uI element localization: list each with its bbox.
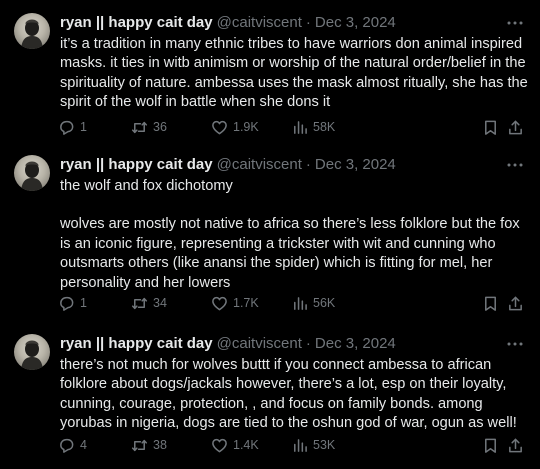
action-bar: 1 36 1.9K 58K	[58, 117, 526, 137]
tweet-paragraph: it’s a tradition in many ethnic tribes t…	[60, 36, 528, 111]
tweet-paragraph: wolves are mostly not native to africa s…	[60, 216, 520, 291]
views-count: 53K	[313, 438, 336, 452]
retweet-button[interactable]: 34	[131, 293, 167, 313]
tweet-date[interactable]: Dec 3, 2024	[315, 155, 396, 175]
bookmark-icon	[485, 296, 496, 311]
author-name[interactable]: ryan || happy cait day	[60, 13, 213, 33]
views-icon	[294, 120, 307, 134]
author-handle[interactable]: @caitviscent	[217, 13, 302, 33]
views-icon	[294, 438, 307, 452]
reply-count: 1	[80, 120, 87, 134]
author-name[interactable]: ryan || happy cait day	[60, 334, 213, 354]
retweet-icon	[131, 439, 148, 451]
author-handle[interactable]: @caitviscent	[217, 155, 302, 175]
tweet-paragraph: the wolf and fox dichotomy	[60, 178, 233, 194]
tweet-date[interactable]: Dec 3, 2024	[315, 13, 396, 33]
views-icon	[294, 296, 307, 310]
retweet-count: 34	[153, 296, 167, 310]
share-button[interactable]	[507, 435, 524, 455]
reply-button[interactable]: 1	[58, 117, 87, 137]
reply-button[interactable]: 1	[58, 293, 87, 313]
reply-icon	[60, 296, 74, 311]
bookmark-button[interactable]	[482, 117, 499, 137]
author-name[interactable]: ryan || happy cait day	[60, 155, 213, 175]
tweet-header: ryan || happy cait day @caitviscent · De…	[60, 334, 396, 354]
reply-count: 4	[80, 438, 87, 452]
like-button[interactable]: 1.7K	[211, 293, 259, 313]
tweet-text: the wolf and fox dichotomy wolves are mo…	[60, 177, 530, 293]
reply-icon	[60, 120, 74, 135]
retweet-icon	[131, 121, 148, 133]
retweet-button[interactable]: 36	[131, 117, 167, 137]
reply-icon	[60, 438, 74, 453]
separator: ·	[305, 156, 311, 173]
tweet-header: ryan || happy cait day @caitviscent · De…	[60, 13, 396, 33]
like-button[interactable]: 1.4K	[211, 435, 259, 455]
action-bar: 4 38 1.4K 53K	[58, 435, 526, 455]
reply-button[interactable]: 4	[58, 435, 87, 455]
separator: ·	[305, 14, 311, 31]
tweet-header: ryan || happy cait day @caitviscent · De…	[60, 155, 396, 175]
views-count: 58K	[313, 120, 336, 134]
share-icon	[509, 120, 522, 134]
views-count: 56K	[313, 296, 336, 310]
separator: ·	[305, 335, 311, 352]
more-icon[interactable]	[506, 155, 524, 175]
retweet-button[interactable]: 38	[131, 435, 167, 455]
views-button[interactable]: 58K	[291, 117, 335, 137]
bookmark-button[interactable]	[482, 293, 499, 313]
bookmark-icon	[485, 120, 496, 135]
bookmark-icon	[485, 438, 496, 453]
like-count: 1.7K	[233, 296, 259, 310]
retweet-icon	[131, 297, 148, 309]
tweet-text: there’s not much for wolves buttt if you…	[60, 356, 530, 434]
views-button[interactable]: 56K	[291, 293, 335, 313]
action-bar: 1 34 1.7K 56K	[58, 293, 526, 313]
share-button[interactable]	[507, 293, 524, 313]
reply-count: 1	[80, 296, 87, 310]
like-count: 1.9K	[233, 120, 259, 134]
share-icon	[509, 296, 522, 310]
like-count: 1.4K	[233, 438, 259, 452]
views-button[interactable]: 53K	[291, 435, 335, 455]
tweet-date[interactable]: Dec 3, 2024	[315, 334, 396, 354]
share-icon	[509, 438, 522, 452]
avatar[interactable]	[14, 155, 50, 191]
heart-icon	[212, 120, 227, 134]
avatar[interactable]	[14, 334, 50, 370]
retweet-count: 36	[153, 120, 167, 134]
author-handle[interactable]: @caitviscent	[217, 334, 302, 354]
tweet-paragraph: there’s not much for wolves buttt if you…	[60, 357, 517, 432]
bookmark-button[interactable]	[482, 435, 499, 455]
tweet-text: it’s a tradition in many ethnic tribes t…	[60, 35, 530, 113]
share-button[interactable]	[507, 117, 524, 137]
avatar[interactable]	[14, 13, 50, 49]
retweet-count: 38	[153, 438, 167, 452]
more-icon[interactable]	[506, 13, 524, 33]
heart-icon	[212, 296, 227, 310]
like-button[interactable]: 1.9K	[211, 117, 259, 137]
heart-icon	[212, 438, 227, 452]
more-icon[interactable]	[506, 334, 524, 354]
